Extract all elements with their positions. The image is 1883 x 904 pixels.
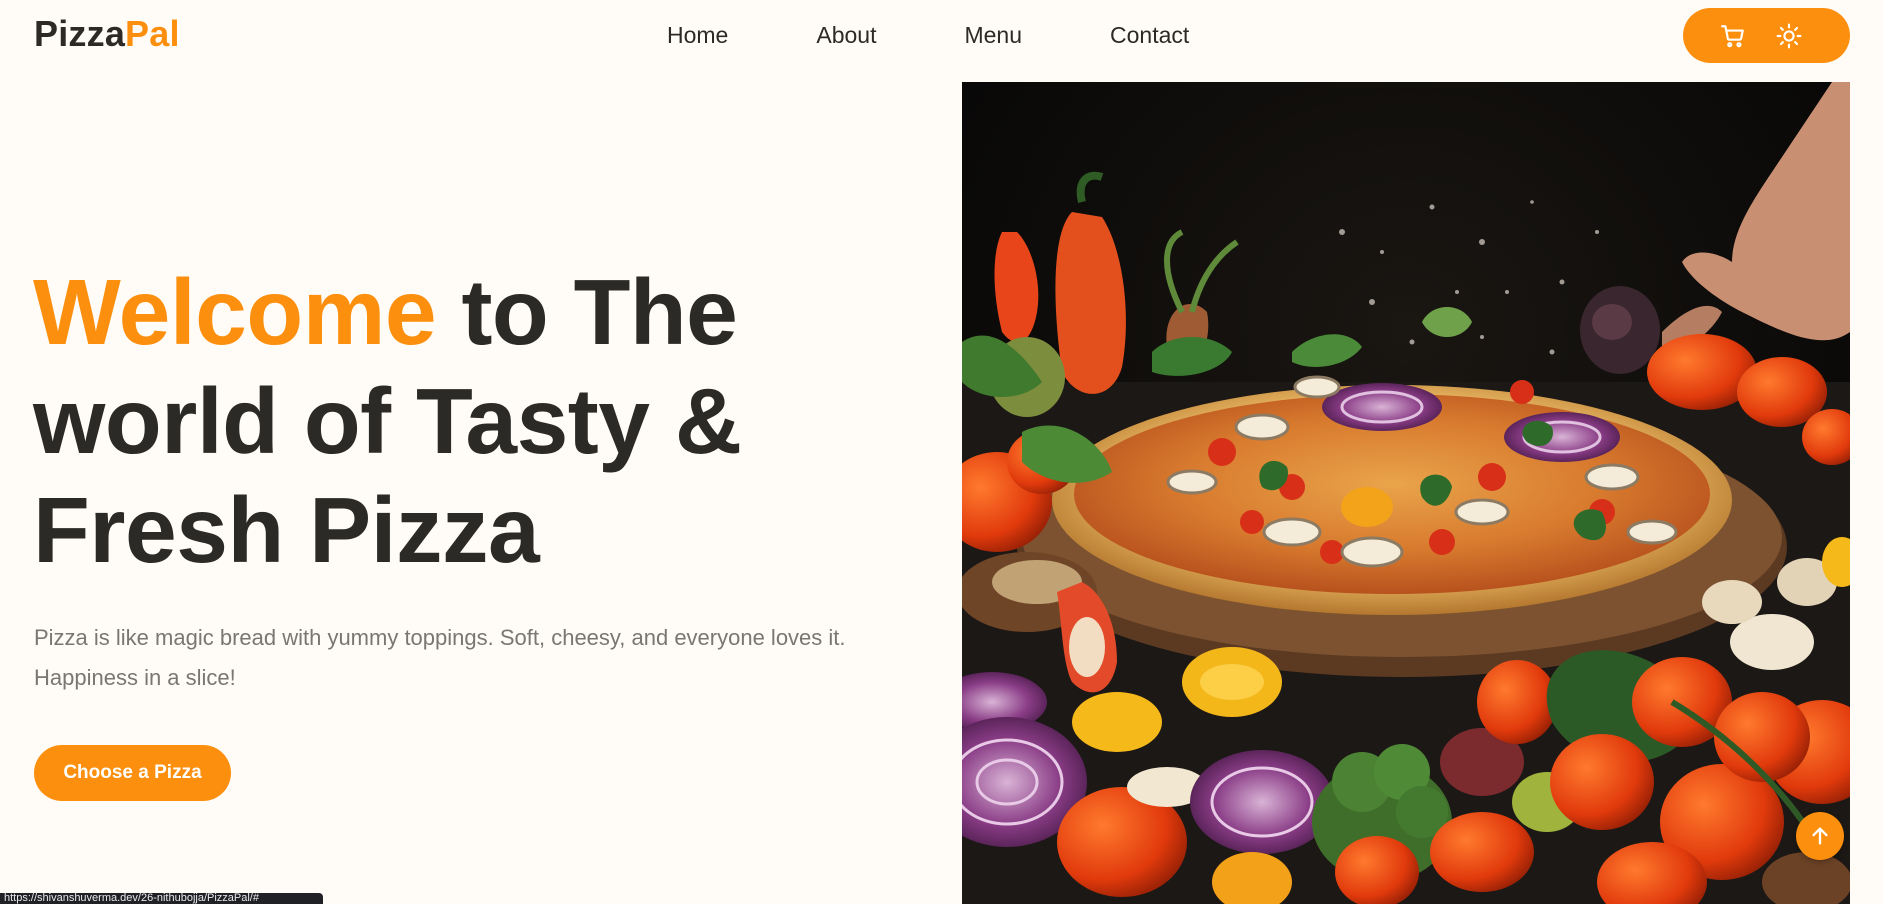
nav-link-about[interactable]: About: [816, 20, 876, 50]
theme-toggle-button[interactable]: [1776, 23, 1802, 49]
hero-description: Pizza is like magic bread with yummy top…: [34, 625, 846, 690]
cart-button[interactable]: [1720, 23, 1746, 49]
nav-link-menu[interactable]: Menu: [964, 20, 1022, 50]
choose-pizza-button[interactable]: Choose a Pizza: [34, 745, 231, 801]
nav-link-contact[interactable]: Contact: [1110, 20, 1189, 50]
sun-icon: [1776, 23, 1802, 48]
status-bar-url: https://shivanshuverma.dev/26-nithubojja…: [0, 893, 323, 904]
logo[interactable]: PizzaPal: [34, 14, 180, 54]
nav-menu: Home About Menu Contact: [667, 20, 1189, 50]
header-actions: [1683, 8, 1850, 63]
pizza-photo: [962, 82, 1850, 904]
navbar: PizzaPal Home About Menu Contact: [0, 0, 1883, 70]
scroll-to-top-button[interactable]: [1796, 812, 1844, 860]
page: PizzaPal Home About Menu Contact Welcome…: [0, 0, 1883, 904]
hero-title: Welcome to The world of Tasty & Fresh Pi…: [33, 258, 893, 585]
logo-text-pizza: Pizza: [34, 13, 126, 54]
logo-text-pal: Pal: [125, 13, 180, 54]
cart-icon: [1721, 24, 1744, 47]
arrow-up-icon: [1812, 827, 1828, 845]
nav-link-home[interactable]: Home: [667, 20, 728, 50]
hero-image: [962, 82, 1850, 904]
hero-title-accent: Welcome: [33, 260, 437, 364]
